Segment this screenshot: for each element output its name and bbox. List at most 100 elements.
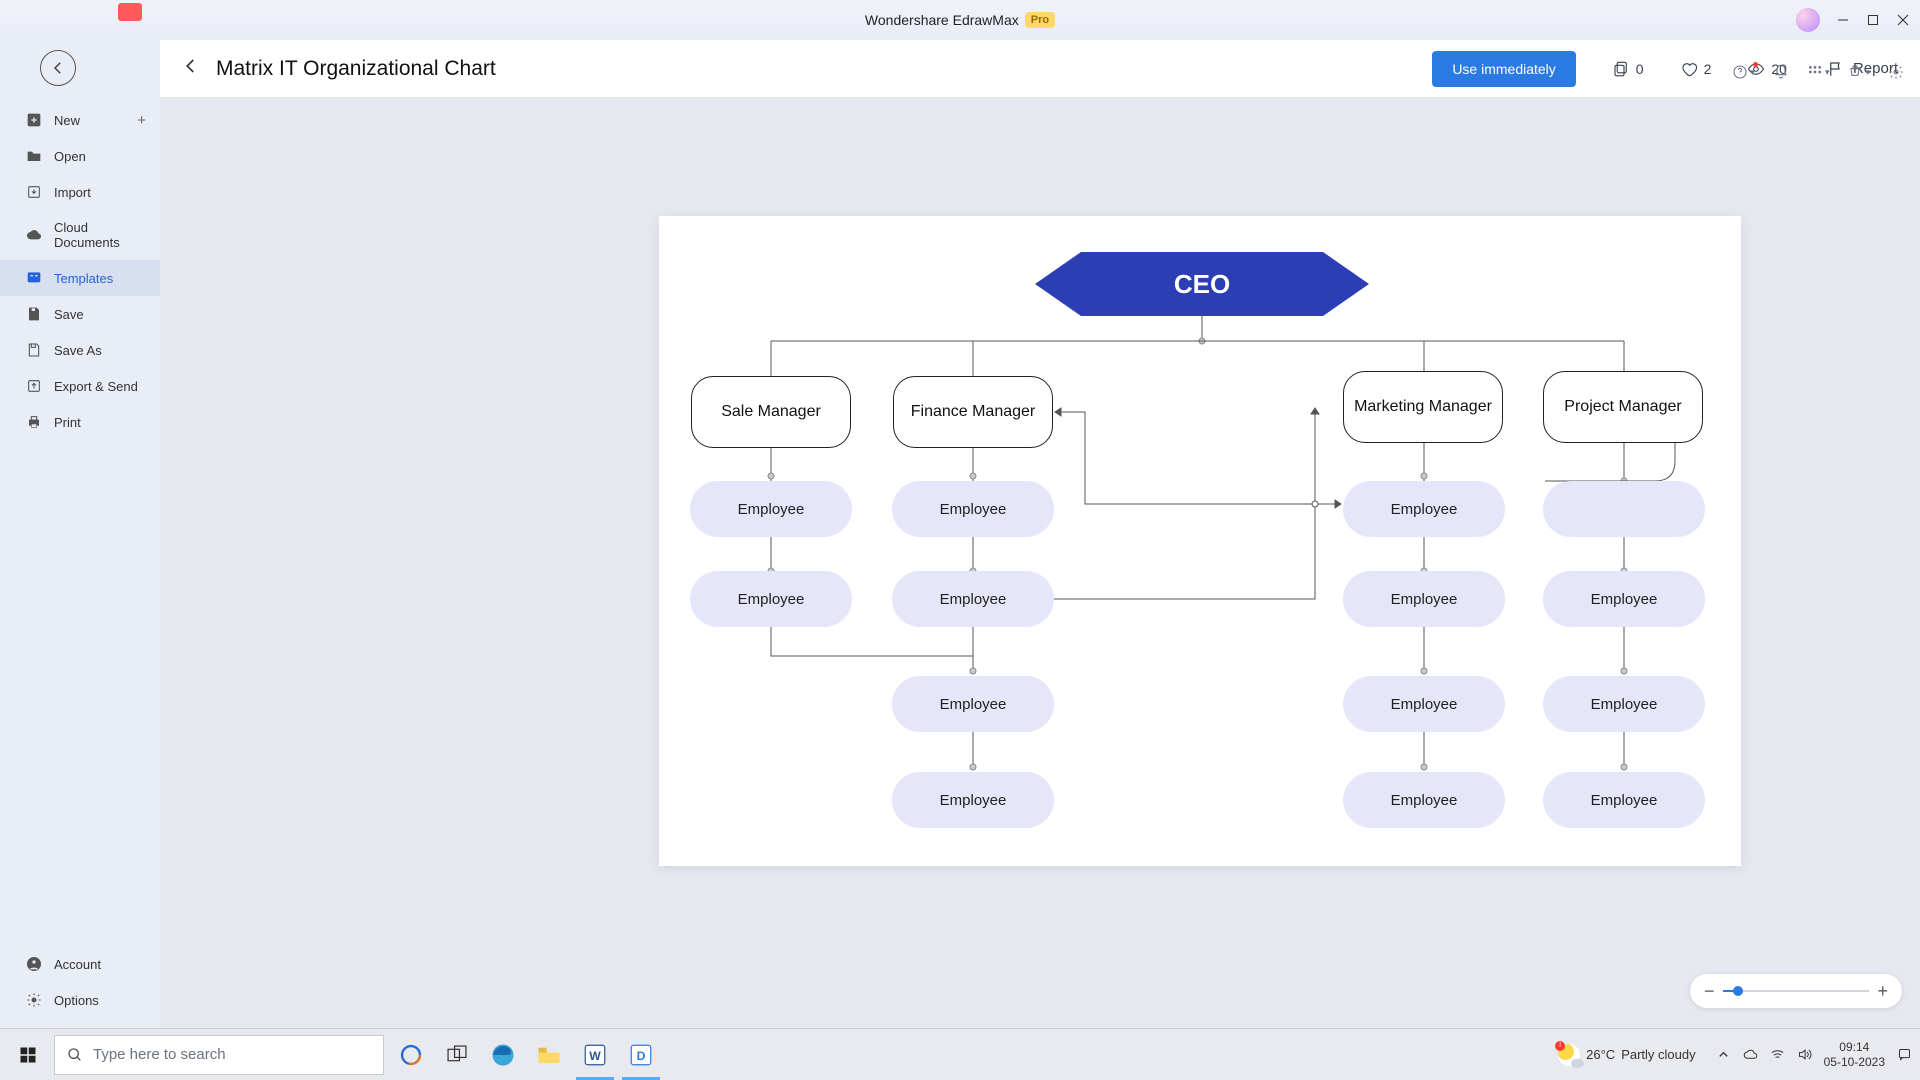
back-button[interactable] [182, 57, 200, 80]
sidebar-item-import[interactable]: Import [0, 174, 160, 210]
maximize-button[interactable] [1866, 13, 1880, 27]
header-icon-row: ▾ ▾ ▾ [1732, 64, 1904, 80]
manager-node-finance: Finance Manager [893, 376, 1053, 448]
taskbar-explorer-icon[interactable] [526, 1029, 572, 1080]
help-icon[interactable]: ▾ [1732, 64, 1755, 80]
sidebar-label: Export & Send [54, 379, 138, 394]
ceo-node: CEO [1035, 252, 1369, 316]
employee-node: Employee [1343, 676, 1505, 732]
windows-taskbar: Type here to search W D ! 26°C Partly cl… [0, 1028, 1920, 1080]
close-button[interactable] [1896, 13, 1910, 27]
svg-text:D: D [637, 1048, 646, 1062]
templates-icon [26, 270, 42, 286]
gear-icon[interactable] [1888, 64, 1904, 80]
employee-node-blank [1543, 481, 1705, 537]
sidebar-item-open[interactable]: Open [0, 138, 160, 174]
manager-node-sale: Sale Manager [691, 376, 851, 448]
sidebar-label: Import [54, 185, 91, 200]
back-circle-button[interactable] [40, 50, 76, 86]
employee-node: Employee [1343, 772, 1505, 828]
sidebar-item-options[interactable]: Options [0, 982, 160, 1018]
account-icon [26, 956, 42, 972]
tray-chevron-up-icon[interactable] [1716, 1047, 1731, 1062]
canvas-area[interactable]: CEO Sale Manager Finance Manager Marketi… [160, 98, 1920, 1028]
grid-icon[interactable]: ▾ [1807, 64, 1830, 80]
sidebar-label: New [54, 113, 80, 128]
print-icon [26, 414, 42, 430]
taskbar-word-icon[interactable]: W [572, 1029, 618, 1080]
sidebar-label: Save As [54, 343, 102, 358]
cloud-icon [26, 227, 42, 243]
sidebar-label: Templates [54, 271, 113, 286]
search-icon [67, 1047, 83, 1063]
use-immediately-button[interactable]: Use immediately [1432, 51, 1575, 87]
sidebar-item-templates[interactable]: Templates [0, 260, 160, 296]
app-logo-icon [118, 3, 142, 21]
employee-node: Employee [1343, 481, 1505, 537]
manager-node-project: Project Manager [1543, 371, 1703, 443]
onedrive-icon[interactable] [1743, 1047, 1758, 1062]
employee-node: Employee [1543, 676, 1705, 732]
wifi-icon[interactable] [1770, 1047, 1785, 1062]
weather-widget[interactable]: ! 26°C Partly cloudy [1558, 1044, 1695, 1066]
taskbar-cortana-icon[interactable] [388, 1029, 434, 1080]
employee-node: Employee [690, 481, 852, 537]
title-bar: Wondershare EdrawMax Pro [0, 0, 1920, 40]
sidebar-label: Account [54, 957, 101, 972]
save-icon [26, 306, 42, 322]
taskbar-pinned: W D [388, 1029, 664, 1080]
sidebar-item-cloud-documents[interactable]: Cloud Documents [0, 210, 160, 260]
document-title: Matrix IT Organizational Chart [216, 57, 496, 81]
export-icon [26, 378, 42, 394]
sidebar: New + Open Import Cloud Documents Templa… [0, 40, 160, 1028]
import-icon [26, 184, 42, 200]
bell-icon[interactable] [1773, 64, 1789, 80]
sidebar-item-save-as[interactable]: Save As [0, 332, 160, 368]
app-title: Wondershare EdrawMax Pro [865, 12, 1055, 28]
zoom-slider[interactable] [1723, 990, 1870, 992]
titlebar-corner [0, 0, 160, 40]
search-placeholder: Type here to search [93, 1046, 226, 1063]
sidebar-item-export-send[interactable]: Export & Send [0, 368, 160, 404]
svg-text:W: W [589, 1048, 601, 1062]
employee-node: Employee [690, 571, 852, 627]
start-button[interactable] [4, 1029, 52, 1080]
employee-node: Employee [1543, 772, 1705, 828]
minimize-button[interactable] [1836, 13, 1850, 27]
options-icon [26, 992, 42, 1008]
plus-icon[interactable]: + [137, 112, 146, 129]
sidebar-item-account[interactable]: Account [0, 946, 160, 982]
manager-node-marketing: Marketing Manager [1343, 371, 1503, 443]
taskbar-clock[interactable]: 09:14 05-10-2023 [1824, 1040, 1885, 1069]
employee-node: Employee [892, 676, 1054, 732]
employee-node: Employee [1343, 571, 1505, 627]
copies-stat[interactable]: 0 [1612, 60, 1644, 78]
taskbar-edrawmax-icon[interactable]: D [618, 1029, 664, 1080]
plus-square-icon [26, 112, 42, 128]
zoom-control: − + [1690, 974, 1902, 1008]
sidebar-item-new[interactable]: New + [0, 102, 160, 138]
sidebar-label: Options [54, 993, 99, 1008]
cart-icon[interactable]: ▾ [1847, 64, 1870, 80]
zoom-out-button[interactable]: − [1704, 981, 1715, 1002]
taskbar-search[interactable]: Type here to search [54, 1035, 384, 1075]
employee-node: Employee [1543, 571, 1705, 627]
taskbar-taskview-icon[interactable] [434, 1029, 480, 1080]
sidebar-label: Save [54, 307, 84, 322]
user-avatar[interactable] [1796, 8, 1820, 32]
likes-stat[interactable]: 2 [1680, 60, 1712, 78]
sidebar-label: Cloud Documents [54, 220, 146, 250]
employee-node: Employee [892, 481, 1054, 537]
zoom-in-button[interactable]: + [1877, 981, 1888, 1002]
sidebar-label: Open [54, 149, 86, 164]
sidebar-item-save[interactable]: Save [0, 296, 160, 332]
sidebar-item-print[interactable]: Print [0, 404, 160, 440]
volume-icon[interactable] [1797, 1047, 1812, 1062]
folder-icon [26, 148, 42, 164]
notifications-icon[interactable] [1897, 1047, 1912, 1062]
employee-node: Employee [892, 772, 1054, 828]
save-as-icon [26, 342, 42, 358]
document-header: Matrix IT Organizational Chart Use immed… [160, 40, 1920, 98]
main-area: Matrix IT Organizational Chart Use immed… [160, 40, 1920, 1028]
taskbar-edge-icon[interactable] [480, 1029, 526, 1080]
